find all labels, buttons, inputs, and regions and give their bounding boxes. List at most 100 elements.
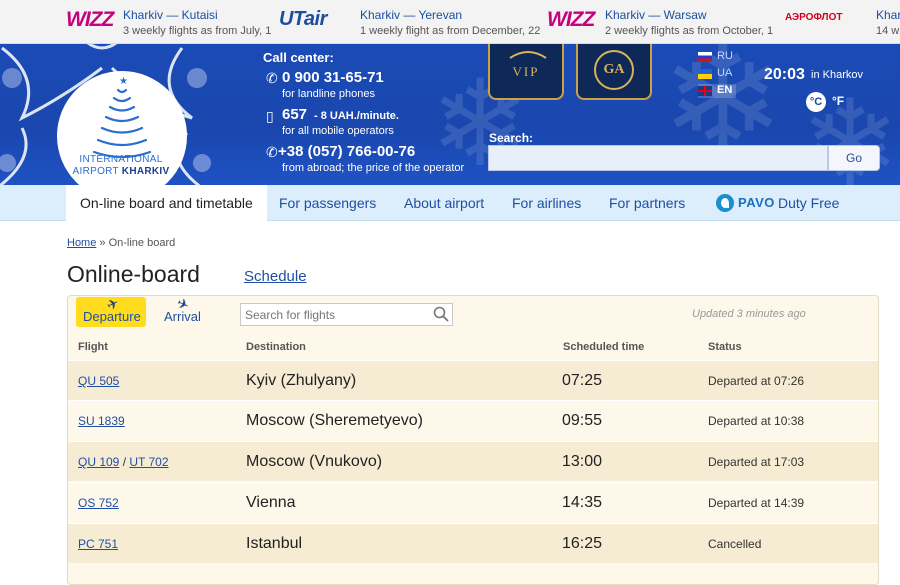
pavo-logo-text: PAVO <box>738 195 775 210</box>
status-cell: Departed at 14:39 <box>708 496 805 510</box>
flight-search-field <box>240 303 453 326</box>
ga-seal: GA <box>594 50 634 90</box>
wizz-air-logo: WIZZ <box>66 8 114 31</box>
airport-logo-word: AIRPORT <box>72 166 122 177</box>
wizz-air-logo: WIZZ <box>547 8 595 31</box>
scheduled-time-cell: 14:35 <box>562 494 603 511</box>
promo-route[interactable]: Kharkiv — Warsaw <box>605 8 707 22</box>
russia-flag-icon <box>698 52 712 62</box>
nav-about-airport[interactable]: About airport <box>404 185 484 221</box>
breadcrumb-home-link[interactable]: Home <box>67 237 96 249</box>
call-center-mobile-rate: - 8 UAH./minute. <box>314 110 399 122</box>
flight-cell: OS 752 <box>78 483 119 523</box>
search-label: Search: <box>489 131 534 145</box>
flight-number-link[interactable]: QU 109 <box>78 455 119 469</box>
airport-logo-word-bold: KHARKIV <box>121 166 170 177</box>
flight-cell: SU 1839 <box>78 401 125 441</box>
tab-departure[interactable]: ✈ Departure <box>76 294 146 327</box>
call-center-phone-mobile[interactable]: 657 <box>282 106 307 123</box>
flight-cell: QU 505 <box>78 361 119 401</box>
table-row[interactable]: QU 109 / UT 702 Moscow (Vnukovo) 13:00 D… <box>68 441 878 481</box>
column-header-scheduled-time: Scheduled time <box>563 341 645 353</box>
language-en[interactable]: EN <box>698 84 736 98</box>
airport-logo-line1: INTERNATIONAL <box>79 154 163 165</box>
main-nav: On-line board and timetable For passenge… <box>0 185 900 221</box>
call-center-title: Call center: <box>263 50 334 65</box>
flight-number-link[interactable]: PC 751 <box>78 537 118 551</box>
flight-number-link[interactable]: UT 702 <box>129 455 168 469</box>
destination-cell: Vienna <box>246 494 296 511</box>
site-search-input[interactable] <box>488 145 828 171</box>
search-icon[interactable] <box>433 306 449 322</box>
promo-note: 1 weekly flight as from December, 22 <box>360 25 541 37</box>
updated-status: Updated 3 minutes ago <box>692 308 806 320</box>
page-title: Online-board <box>67 261 200 287</box>
column-header-destination: Destination <box>246 341 306 353</box>
status-cell: Departed at 17:03 <box>708 455 805 469</box>
promo-note: 3 weekly flights as from July, 1 <box>123 25 272 37</box>
temperature-unit-celsius[interactable]: °C <box>806 92 826 112</box>
status-cell: Departed at 07:26 <box>708 374 805 388</box>
local-time: 20:03 <box>764 66 805 83</box>
flight-number-link[interactable]: QU 505 <box>78 374 119 388</box>
language-label: UA <box>717 67 733 79</box>
status-cell: Cancelled <box>708 537 762 551</box>
table-row[interactable]: SU 1839 Moscow (Sheremetyevo) 09:55 Depa… <box>68 400 878 440</box>
scheduled-time-cell: 13:00 <box>562 453 603 470</box>
airport-logo-line2: AIRPORT KHARKIV <box>58 166 184 177</box>
status-cell: Departed at 10:38 <box>708 414 805 428</box>
promo-strip: WIZZ Kharkiv — Kutaisi 3 weekly flights … <box>0 0 900 44</box>
schedule-link[interactable]: Schedule <box>244 268 307 285</box>
call-center-phone-abroad[interactable]: +38 (057) 766-00-76 <box>278 143 415 160</box>
table-row[interactable]: QU 505 Kyiv (Zhulyany) 07:25 Departed at… <box>68 360 878 400</box>
nav-for-partners[interactable]: For partners <box>609 185 685 221</box>
crown-ornament-icon <box>509 51 547 59</box>
flight-cell: PC 751 <box>78 524 118 564</box>
destination-cell: Moscow (Vnukovo) <box>246 453 383 470</box>
aeroflot-logo: АЭРОФЛОТ <box>785 12 843 23</box>
vip-badge[interactable]: VIP <box>488 44 564 100</box>
nav-duty-free[interactable]: Duty Free <box>778 185 839 221</box>
scheduled-time-cell: 09:55 <box>562 412 603 429</box>
promo-route[interactable]: Kharkiv — Yerevan <box>360 8 462 22</box>
scheduled-time-cell: 16:25 <box>562 535 603 552</box>
flight-search-input[interactable] <box>245 306 425 323</box>
promo-route[interactable]: Khar <box>876 8 900 22</box>
ukraine-flag-icon <box>698 69 712 79</box>
breadcrumb-separator: » <box>96 237 109 249</box>
svg-text:★: ★ <box>119 76 128 87</box>
tab-arrival-label: Arrival <box>164 309 201 324</box>
tab-arrival[interactable]: ✈ Arrival <box>160 294 210 327</box>
column-header-status: Status <box>708 341 742 353</box>
destination-cell: Kyiv (Zhulyany) <box>246 372 357 389</box>
general-aviation-badge[interactable]: GA <box>576 44 652 100</box>
nav-for-passengers[interactable]: For passengers <box>279 185 376 221</box>
local-time-city: in Kharkov <box>811 69 863 81</box>
call-center-phone-abroad-note: from abroad; the price of the operator <box>282 162 465 174</box>
utair-logo: UTair <box>279 8 327 30</box>
scheduled-time-cell: 07:25 <box>562 372 603 389</box>
nav-for-airlines[interactable]: For airlines <box>512 185 581 221</box>
search-go-button[interactable]: Go <box>828 145 880 171</box>
tab-departure-label: Departure <box>83 309 141 324</box>
language-label: EN <box>717 84 733 96</box>
promo-note: 2 weekly flights as from October, 1 <box>605 25 774 37</box>
call-center-phone-landline[interactable]: 0 900 31-65-71 <box>282 69 384 86</box>
table-row[interactable]: PC 751 Istanbul 16:25 Cancelled <box>68 523 878 563</box>
nav-online-board[interactable]: On-line board and timetable <box>66 185 267 221</box>
destination-cell: Istanbul <box>246 535 303 552</box>
temperature-unit-fahrenheit[interactable]: °F <box>832 94 844 108</box>
site-header: ❄ ❄ ❄ ★ INTERNATIONAL AIRPORT KHARKIV Ca… <box>0 44 900 185</box>
flight-number-link[interactable]: SU 1839 <box>78 414 125 428</box>
language-label: RU <box>717 50 733 62</box>
destination-cell: Moscow (Sheremetyevo) <box>246 412 423 429</box>
breadcrumb-current: On-line board <box>108 237 176 249</box>
mobile-phone-icon: ▯ <box>266 108 274 124</box>
flight-cell: QU 109 / UT 702 <box>78 442 169 482</box>
flight-number-link[interactable]: OS 752 <box>78 496 119 510</box>
promo-route[interactable]: Kharkiv — Kutaisi <box>123 8 218 22</box>
table-row[interactable]: OS 752 Vienna 14:35 Departed at 14:39 <box>68 482 878 522</box>
pavo-logo-icon <box>716 194 734 212</box>
flight-separator: / <box>119 455 130 469</box>
uk-flag-icon <box>698 86 712 96</box>
